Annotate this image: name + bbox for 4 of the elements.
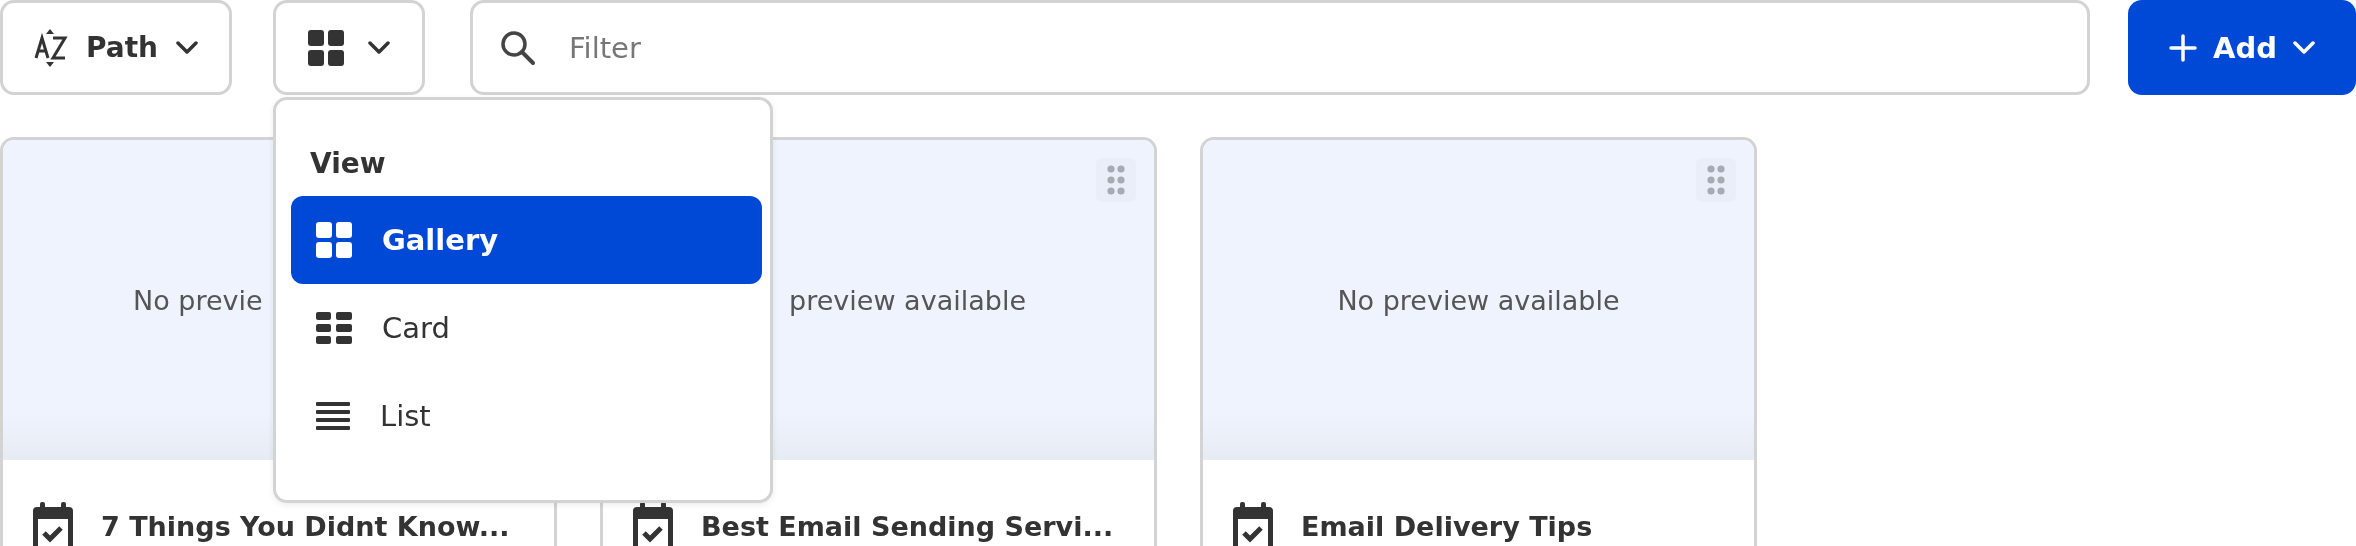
preview-text: No previe xyxy=(133,284,263,316)
preview-text: No preview available xyxy=(1337,284,1620,316)
menu-heading: View xyxy=(309,147,386,182)
preview-text: preview available xyxy=(789,284,1026,316)
